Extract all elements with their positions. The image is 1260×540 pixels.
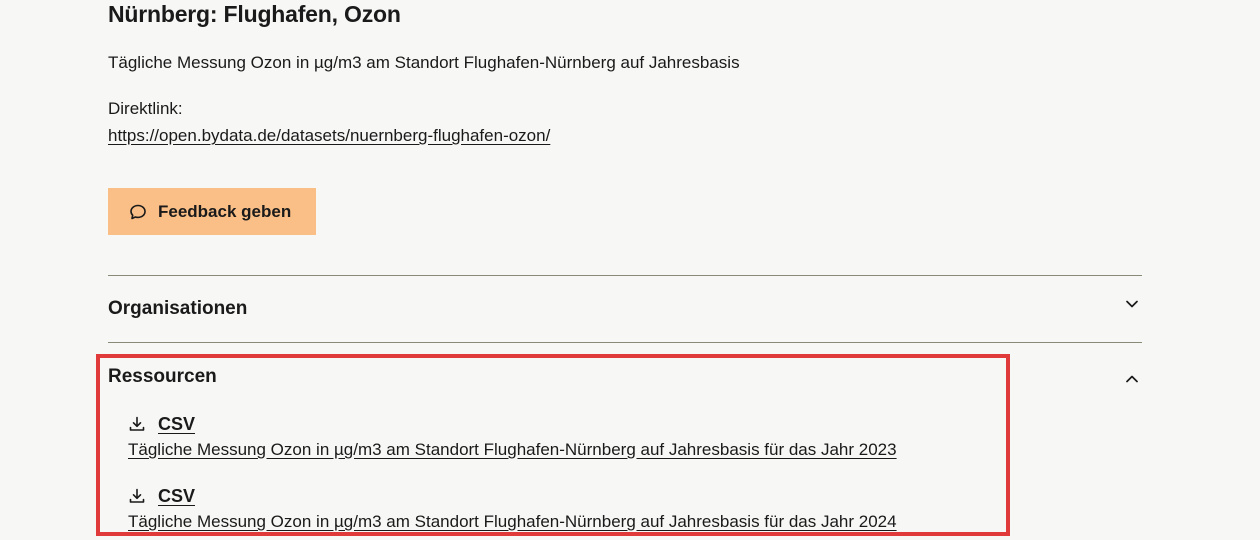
section-header-organisationen[interactable]: Organisationen: [108, 294, 1142, 324]
chevron-up-icon: [1122, 369, 1142, 389]
feedback-button-label: Feedback geben: [158, 201, 292, 221]
dataset-description: Tägliche Messung Ozon in µg/m3 am Stando…: [108, 53, 740, 72]
direktlink-label: Direktlink:: [108, 99, 183, 118]
resource-item: CSV Tägliche Messung Ozon in µg/m3 am St…: [128, 484, 897, 533]
resource-format-link[interactable]: CSV: [158, 486, 195, 507]
section-title-ressourcen: Ressourcen: [108, 366, 217, 387]
dataset-page: Nürnberg: Flughafen, Ozon Tägliche Messu…: [0, 0, 1260, 540]
resource-description-link[interactable]: Tägliche Messung Ozon in µg/m3 am Stando…: [128, 439, 897, 461]
resource-description-link[interactable]: Tägliche Messung Ozon in µg/m3 am Stando…: [128, 511, 897, 533]
section-header-ressourcen[interactable]: Ressourcen: [108, 362, 1142, 392]
download-icon[interactable]: [128, 487, 146, 505]
section-title-organisationen: Organisationen: [108, 298, 248, 319]
direktlink-url[interactable]: https://open.bydata.de/datasets/nuernber…: [108, 125, 550, 147]
section-divider: [108, 342, 1142, 343]
page-title: Nürnberg: Flughafen, Ozon: [108, 1, 401, 27]
download-icon[interactable]: [128, 415, 146, 433]
speech-bubble-icon: [128, 202, 148, 222]
resource-format-link[interactable]: CSV: [158, 414, 195, 435]
chevron-down-icon: [1122, 294, 1142, 314]
feedback-button[interactable]: Feedback geben: [108, 188, 316, 235]
section-divider: [108, 275, 1142, 276]
resource-item: CSV Tägliche Messung Ozon in µg/m3 am St…: [128, 412, 897, 461]
